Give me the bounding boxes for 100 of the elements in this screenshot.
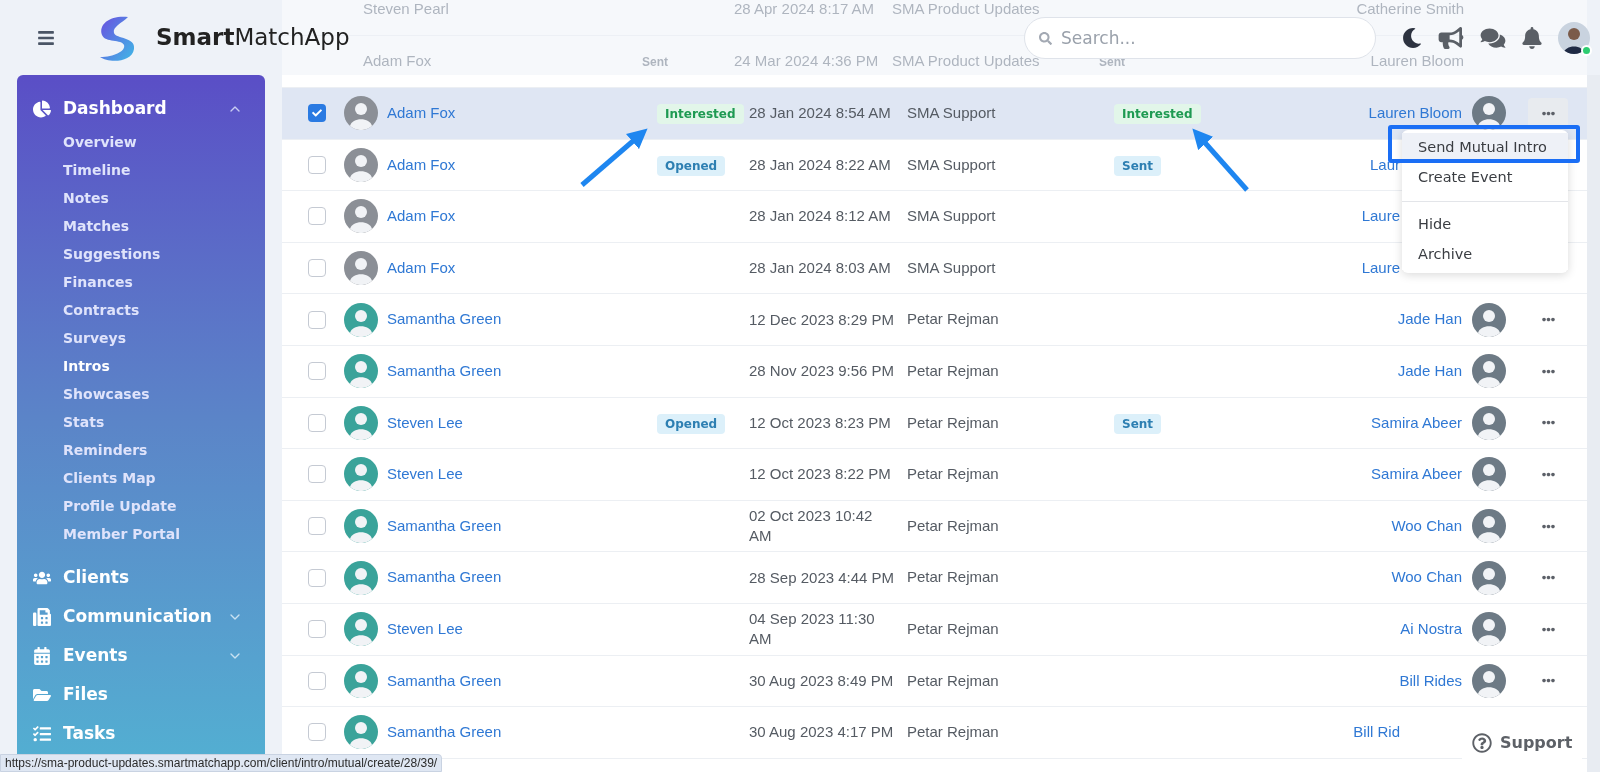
menu-item[interactable]: Archive [1402,240,1568,270]
recipient-link[interactable]: Samira Abeer [1371,411,1462,435]
sidebar-link[interactable]: Overview [63,131,137,153]
sidebar-link[interactable]: Matches [63,215,130,237]
sender-cell-text: SMA Support [907,154,997,175]
row-checkbox[interactable] [308,568,326,587]
sidebar-section[interactable]: Files [17,675,265,714]
contact-link[interactable]: Samantha Green [387,308,657,331]
sidebar-section[interactable]: Tasks [17,714,265,753]
avatar-icon [344,251,378,286]
avatar-icon [344,663,378,698]
date-cell: 30 Aug 2023 8:49 PM [749,670,895,691]
avatar-icon [344,509,378,544]
contact-link[interactable]: Adam Fox [387,153,657,177]
contact-link[interactable]: Steven Lee [387,463,657,486]
sidebar-section[interactable]: Events [17,636,265,675]
sidebar-link[interactable]: Reminders [63,439,148,461]
contact-link[interactable]: Samantha Green [387,721,657,744]
date-cell-text: 02 Oct 2023 10:42 AM [749,506,874,547]
status-badge: Opened [657,413,726,434]
recipient-link[interactable]: Laure [1361,205,1400,228]
annotation-arrow [580,128,648,187]
date-cell-text: 28 Jan 2024 8:12 AM [749,206,892,227]
recipient-link[interactable]: Samira Abeer [1371,463,1462,486]
row-checkbox[interactable] [308,517,326,536]
date-cell: 12 Dec 2023 8:29 PM [749,309,895,330]
contact-link[interactable]: Samantha Green [387,514,657,538]
search-icon [1039,31,1052,45]
menu-icon[interactable] [36,28,56,47]
contact-link[interactable]: Steven Lee [387,411,657,435]
contact-name: Steven Pearl [363,0,450,20]
recipient-link[interactable]: Bill Rides [1399,669,1462,693]
sidebar-link[interactable]: Member Portal [63,523,181,545]
row-checkbox[interactable] [308,723,326,742]
row-checkbox[interactable] [308,259,326,278]
sender-cell-text: Petar Rejman [907,722,1000,743]
sidebar-link[interactable]: Surveys [63,327,127,349]
sidebar-link[interactable]: Clients Map [63,467,156,489]
sender-cell-text: Petar Rejman [907,464,1000,485]
sidebar-link[interactable]: Suggestions [63,243,161,265]
avatar-icon [344,715,378,750]
contact-link[interactable]: Adam Fox [387,205,657,228]
menu-item[interactable]: Hide [1402,210,1568,240]
contact-link[interactable]: Adam Fox [387,102,657,125]
date-cell: 30 Aug 2023 4:17 PM [749,722,895,743]
row-checkbox[interactable] [308,362,326,381]
sidebar-link[interactable]: Showcases [63,383,150,405]
status-badge: Opened [657,155,726,176]
sender-cell-text: Petar Rejman [907,309,1000,330]
date-cell-text: 24 Mar 2024 4:36 PM [734,51,880,72]
megaphone-icon[interactable] [1438,26,1464,49]
sidebar-link[interactable]: Timeline [63,159,131,181]
sidebar-link[interactable]: Stats [63,411,105,433]
sidebar-link[interactable]: Finances [63,271,133,293]
menu-item[interactable]: Create Event [1402,163,1568,193]
recipient-link[interactable]: Woo Chan [1391,566,1462,589]
contact-link[interactable]: Adam Fox [387,256,657,280]
sender-cell-text: Petar Rejman [907,619,1000,639]
sidebar-link[interactable]: Profile Update [63,495,177,517]
sidebar-link[interactable]: Intros [63,355,110,377]
moon-icon[interactable] [1402,26,1422,49]
row-checkbox[interactable] [308,413,326,432]
sender-cell-text: Petar Rejman [907,567,1000,588]
chat-icon[interactable] [1480,26,1506,49]
row-checkbox[interactable] [308,465,326,484]
sender-cell-text: Petar Rejman [907,515,1000,536]
search-field[interactable]: Search... [1024,16,1376,59]
row-checkbox[interactable] [308,310,326,329]
status-url: https://sma-product-updates.smartmatchapp.com/client/intro/mutual/create/28/39/ [0,754,443,772]
recipient-link[interactable]: Ai Nostra [1400,618,1462,641]
row-checkbox[interactable] [308,620,326,639]
recipient-link[interactable]: Jade Han [1397,360,1462,383]
recipient-link[interactable]: Laure [1361,256,1400,280]
row-checkbox[interactable] [308,155,326,174]
sender-cell-text: SMA Support [907,206,997,227]
sidebar-link[interactable]: Notes [63,187,109,209]
row-checkbox[interactable] [308,104,326,123]
table-row[interactable]: Adam Fox Interested 28 Jan 2024 8:54 AM SMA Support Interested Lauren Bloom [282,88,1587,140]
contact-link[interactable]: Steven Lee [387,618,657,641]
contact-link[interactable]: Samantha Green [387,669,657,693]
row-checkbox[interactable] [308,671,326,690]
row-checkbox[interactable] [308,207,326,226]
avatar-icon [344,199,378,234]
bell-icon[interactable] [1522,26,1542,49]
sidebar-link[interactable]: Contracts [63,299,140,321]
sidebar-section[interactable]: Clients [17,558,265,597]
sidebar-section[interactable]: Communication [17,597,265,636]
section-icon [33,99,51,118]
date-cell-text: 28 Jan 2024 8:03 AM [749,258,892,279]
section-icon [33,646,51,665]
contact-link[interactable]: Samantha Green [387,566,657,589]
contact-link[interactable]: Samantha Green [387,360,657,383]
recipient-link[interactable]: Jade Han [1397,308,1462,331]
recipient-link[interactable]: Lauren Bloom [1368,102,1462,125]
date-cell-text: 28 Jan 2024 8:22 AM [749,154,892,175]
avatar-icon [344,405,378,440]
recipient-link[interactable]: Woo Chan [1391,514,1462,538]
sidebar-section[interactable]: Dashboard [17,89,265,128]
avatar-icon [344,302,378,337]
recipient-link[interactable]: Bill Rid [1353,721,1400,744]
